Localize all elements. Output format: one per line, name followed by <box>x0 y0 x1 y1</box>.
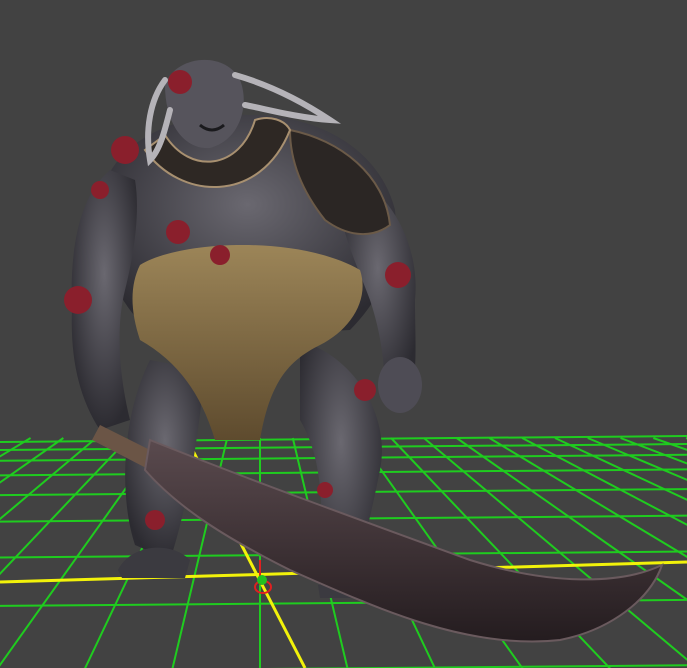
creature-model[interactable] <box>64 59 664 643</box>
grid-line-v <box>0 437 130 576</box>
3d-viewport[interactable] <box>0 0 687 668</box>
right-hand <box>378 357 422 413</box>
gizmo-center-handle[interactable] <box>257 575 267 585</box>
viewport-canvas[interactable] <box>0 0 687 668</box>
left-foot <box>118 547 190 578</box>
